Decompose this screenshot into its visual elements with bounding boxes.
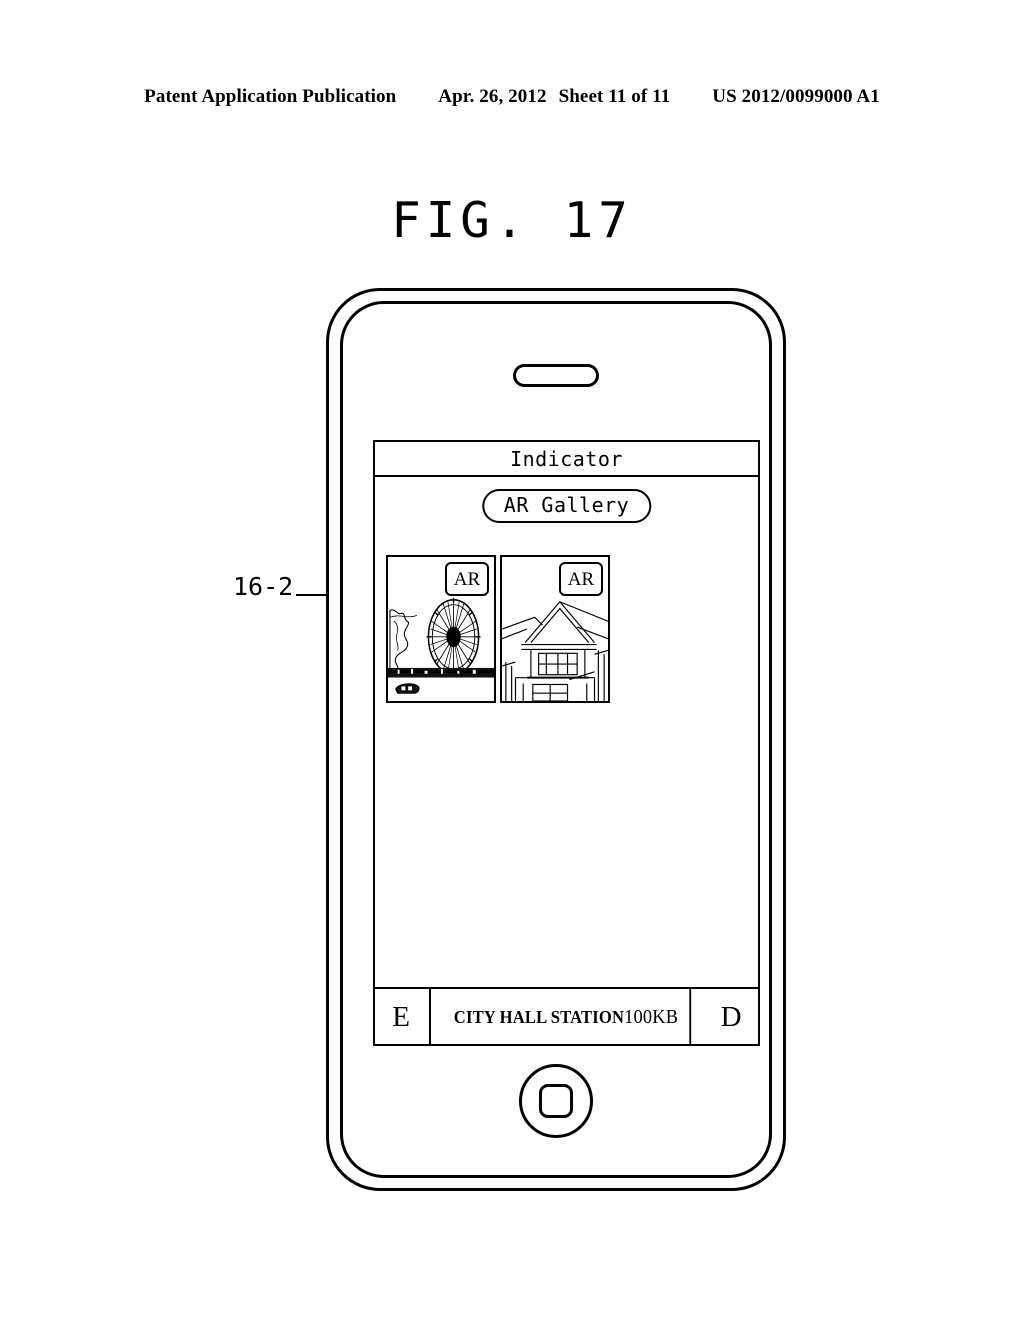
home-button[interactable]: [519, 1064, 593, 1138]
bottom-bar-button-d[interactable]: D: [702, 989, 760, 1046]
status-indicator-bar: Indicator: [375, 442, 758, 477]
thumbnail-grid: AR AR: [386, 555, 610, 703]
bottom-bar-button-d-label: D: [720, 1001, 742, 1033]
home-button-square-icon: [539, 1084, 573, 1118]
thumbnail-item-house[interactable]: AR: [500, 555, 610, 703]
device-screen: Indicator AR Gallery AR AR E CITY HALL S…: [373, 440, 760, 1046]
ar-badge: AR: [559, 562, 603, 596]
screen-bottom-bar: E CITY HALL STATION 100KB D: [373, 987, 760, 1046]
header-publication-text: Patent Application Publication: [144, 86, 397, 107]
bottom-bar-button-e[interactable]: E: [373, 989, 432, 1046]
header-sheet-text: Sheet 11 of 11: [558, 86, 671, 107]
figure-title: FIG. 17: [391, 192, 633, 249]
ar-badge: AR: [445, 562, 489, 596]
reference-numeral-16-2: 16-2: [233, 572, 294, 601]
phone-device-outline: Indicator AR Gallery AR AR E CITY HALL S…: [326, 288, 786, 1191]
data-size-label: 100KB: [624, 1006, 679, 1028]
ar-badge-label: AR: [567, 568, 595, 590]
patent-header: Patent Application Publication Apr. 26, …: [0, 86, 1024, 108]
earpiece-speaker-icon: [513, 364, 599, 387]
ar-badge-label: AR: [453, 568, 481, 590]
screen-content-area: AR Gallery AR AR E CITY HALL STATION 100…: [373, 477, 760, 1046]
indicator-label: Indicator: [510, 446, 623, 471]
bottom-bar-button-e-label: E: [392, 1001, 410, 1033]
ar-gallery-button[interactable]: AR Gallery: [481, 489, 652, 523]
station-name-label: CITY HALL STATION: [454, 1007, 625, 1027]
thumbnail-item-ferris-wheel[interactable]: AR: [386, 555, 496, 703]
ar-gallery-button-label: AR Gallery: [503, 493, 630, 517]
header-patent-number: US 2012/0099000 A1: [712, 86, 880, 107]
header-date-text: Apr. 26, 2012: [438, 86, 547, 107]
bottom-bar-info-cell: CITY HALL STATION 100KB: [442, 989, 692, 1046]
